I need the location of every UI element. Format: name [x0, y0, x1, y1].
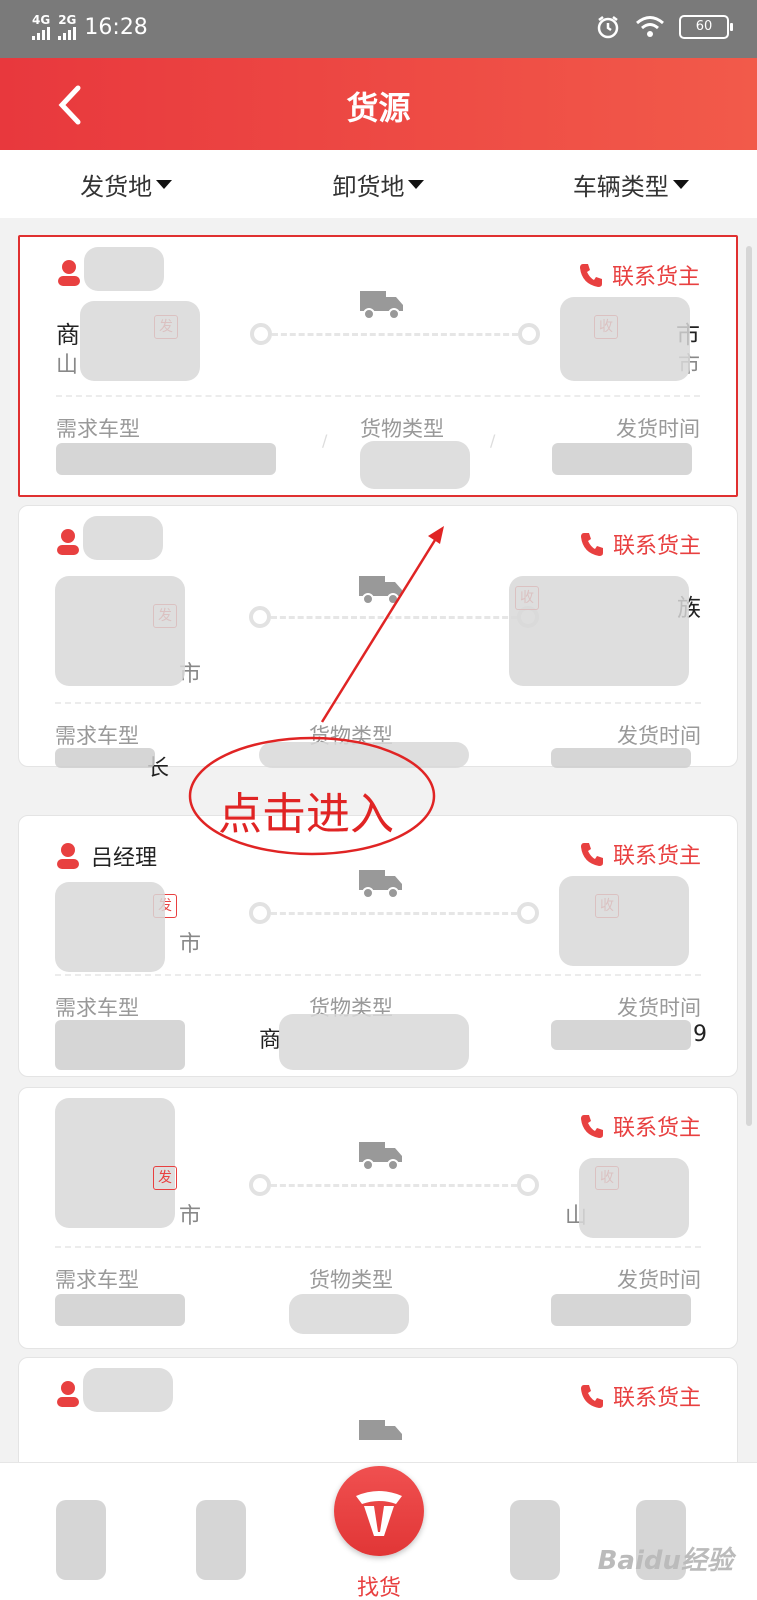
owner-name: 吕经理 — [55, 840, 157, 872]
filter-vehicle-type[interactable]: 车辆类型 — [505, 150, 757, 218]
scrollbar[interactable] — [746, 246, 752, 1126]
caret-down-icon — [672, 179, 689, 189]
battery-icon: 60 — [679, 15, 733, 39]
ship-time-label: 发货时间 — [617, 1268, 701, 1292]
contact-owner-label: 联系货主 — [612, 534, 701, 559]
vehicle-type-label: 需求车型 — [55, 724, 139, 748]
vehicle-type-label: 需求车型 — [55, 1268, 139, 1292]
phone-icon — [580, 533, 603, 556]
vehicle-type-label: 需求车型 — [56, 417, 140, 441]
annotation-text: 点击进入 — [218, 789, 394, 840]
truck-icon — [360, 291, 403, 320]
truck-icon — [359, 1420, 402, 1440]
watermark-text: Baidu经验 — [597, 1546, 733, 1576]
filter-destination-label: 卸货地 — [332, 172, 405, 201]
ship-time-label: 发货时间 — [617, 996, 701, 1020]
cargo-card[interactable]: 联系货主 发 收 市 族 需求车型 货物类型 发货时间 长 — [18, 505, 738, 781]
person-icon — [57, 843, 79, 869]
signal-2g: 2G — [58, 14, 76, 40]
contact-owner-button[interactable]: 联系货主 — [579, 1110, 701, 1142]
contact-owner-button[interactable]: 联系货主 — [579, 528, 701, 560]
phone-icon — [580, 843, 603, 866]
phone-icon — [580, 1115, 603, 1138]
signal-4g: 4G — [32, 14, 50, 40]
nav-item-2[interactable] — [196, 1500, 246, 1580]
filter-origin[interactable]: 发货地 — [0, 150, 252, 218]
page-title: 货源 — [346, 89, 411, 127]
cargo-type-label: 货物类型 — [360, 417, 444, 441]
origin-city: 商 — [56, 321, 80, 349]
phone-icon — [580, 1385, 603, 1408]
truck-icon — [359, 1142, 402, 1171]
filter-vehicle-label: 车辆类型 — [572, 172, 669, 201]
net-type-2: 2G — [58, 13, 77, 27]
truck-icon — [359, 576, 402, 605]
contact-owner-button[interactable]: 联系货主 — [579, 838, 701, 870]
cargo-type-label: 货物类型 — [309, 1268, 393, 1292]
ship-time-label: 发货时间 — [616, 417, 700, 441]
find-cargo-label: 找货 — [356, 1576, 401, 1600]
ship-time-label: 发货时间 — [617, 724, 701, 748]
owner-name-label: 吕经理 — [91, 846, 158, 871]
alarm-icon — [597, 16, 619, 39]
contact-owner-label: 联系货主 — [612, 844, 701, 869]
filter-destination[interactable]: 卸货地 — [252, 150, 504, 218]
origin-region: 市 — [179, 932, 202, 957]
filter-origin-label: 发货地 — [80, 172, 153, 201]
contact-owner-label: 联系货主 — [612, 1116, 701, 1141]
cargo-card[interactable]: 联系货主 商 山 发 收 市 市 需求车型 货物类型 发货时间 // — [18, 235, 738, 497]
battery-level: 60 — [695, 19, 713, 34]
nav-item-4[interactable] — [510, 1500, 560, 1580]
person-icon — [57, 529, 79, 555]
route-line — [249, 606, 539, 630]
nav-item-1[interactable] — [56, 1500, 106, 1580]
filter-bar: 发货地 卸货地 车辆类型 — [0, 150, 757, 218]
ship-time-value: 9 — [693, 1022, 707, 1047]
clock: 16:28 — [84, 14, 148, 40]
cargo-type-value: 商 — [259, 1028, 282, 1053]
contact-owner-button[interactable]: 联系货主 — [579, 1380, 701, 1412]
origin-tag: 发 — [153, 1166, 177, 1190]
status-bar: 4G 2G 16:28 60 — [0, 0, 757, 58]
route-line — [250, 323, 540, 347]
find-cargo-button[interactable] — [334, 1466, 424, 1556]
cargo-card[interactable]: 联系货主 发 收 市 山 需求车型 货物类型 发货时间 — [18, 1087, 738, 1349]
route-line — [249, 1174, 539, 1198]
contact-owner-label: 联系货主 — [611, 265, 700, 290]
truck-icon — [359, 870, 402, 899]
contact-owner-label: 联系货主 — [612, 1386, 701, 1411]
truck-front-icon — [356, 1491, 402, 1536]
caret-down-icon — [408, 179, 425, 189]
cargo-card[interactable]: 吕经理 联系货主 发 收 市 需求车型 货物类型 发货时间 商 9 — [18, 815, 738, 1077]
vehicle-type-label: 需求车型 — [55, 996, 139, 1020]
person-icon — [58, 260, 80, 286]
net-type-1: 4G — [32, 13, 51, 27]
caret-down-icon — [156, 179, 173, 189]
phone-icon — [579, 264, 602, 287]
cargo-card[interactable]: 联系货主 — [18, 1357, 738, 1477]
route-line — [249, 902, 539, 926]
contact-owner-button[interactable]: 联系货主 — [578, 259, 700, 291]
origin-region: 市 — [179, 1204, 202, 1229]
person-icon — [57, 1381, 79, 1407]
origin-region: 山 — [56, 353, 79, 378]
wifi-icon — [636, 16, 664, 37]
app-header: 货源 — [0, 58, 757, 150]
